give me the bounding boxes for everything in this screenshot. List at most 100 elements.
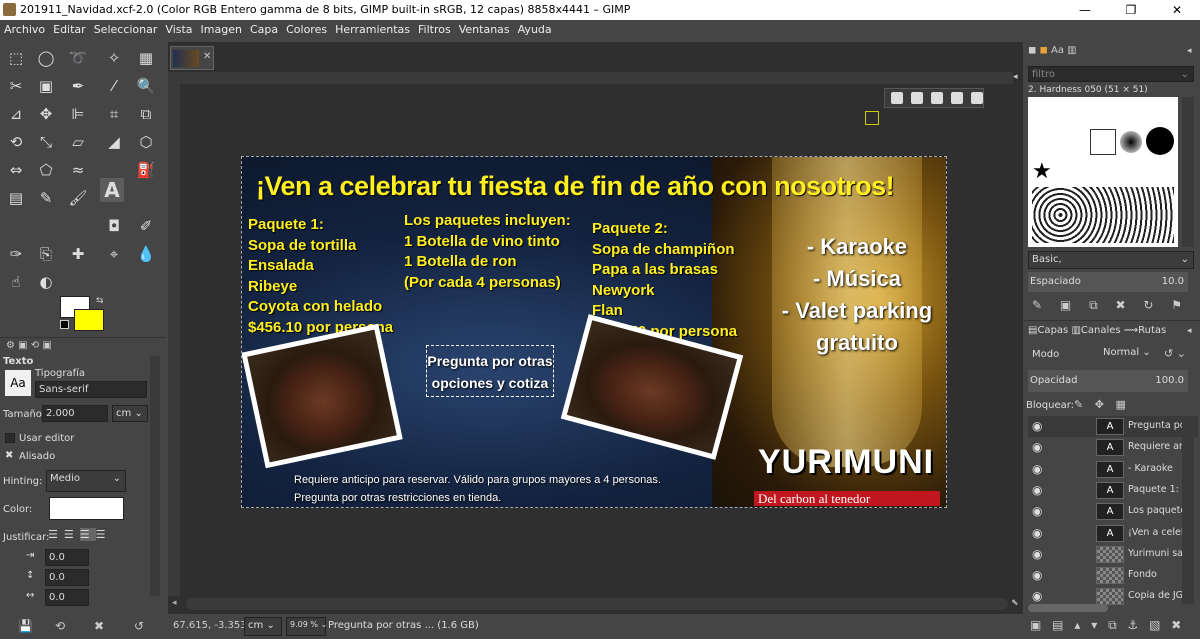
close-tab-icon[interactable]: ✕ — [203, 51, 211, 62]
brush-preset-select[interactable]: Basic, ⌄ — [1028, 251, 1194, 269]
paths-icon[interactable]: ✒ — [66, 74, 90, 98]
brushes-tab-icon[interactable]: ◼ — [1028, 45, 1036, 56]
duplicate-layer-icon[interactable]: ⧉ — [1108, 618, 1117, 632]
menu-vista[interactable]: Vista — [161, 20, 196, 36]
brush-textures[interactable] — [1032, 187, 1174, 243]
visibility-eye-icon[interactable]: ◉ — [1032, 547, 1048, 561]
scroll-left-icon[interactable]: ◂ — [172, 598, 184, 610]
brush-soft-circle[interactable] — [1120, 131, 1142, 153]
visibility-eye-icon[interactable]: ◉ — [1032, 483, 1048, 497]
layer-row[interactable]: ◉ A Los paquetes — [1028, 501, 1198, 522]
visibility-eye-icon[interactable]: ◉ — [1032, 589, 1048, 603]
tool-options-scrollbar[interactable] — [150, 356, 160, 596]
menu-imagen[interactable]: Imagen — [197, 20, 246, 36]
line-spacing-input[interactable]: 0.0 — [45, 569, 89, 586]
visibility-eye-icon[interactable]: ◉ — [1032, 419, 1048, 433]
dodge-burn-icon[interactable]: ◐ — [34, 270, 58, 294]
pencil-icon[interactable]: ✎ — [34, 186, 58, 210]
tab-layers[interactable]: Capas — [1037, 325, 1068, 336]
anchor-icon[interactable]: ⚓ — [1127, 618, 1138, 632]
duplicate-brush-icon[interactable]: ⧉ — [1089, 298, 1098, 312]
text-layer-thumbnail[interactable]: A — [1096, 460, 1124, 478]
perspective-icon[interactable]: ⬡ — [134, 130, 158, 154]
blur-icon[interactable]: 💧 — [134, 242, 158, 266]
size-input[interactable]: 2.000 — [42, 405, 108, 422]
save-options-icon[interactable]: 💾 — [18, 619, 33, 633]
rotate-icon[interactable]: ⟲ — [4, 130, 28, 154]
maximize-button[interactable]: ❐ — [1108, 0, 1154, 20]
layer-mode-select[interactable]: Normal ⌄ — [1100, 345, 1158, 364]
brush-hard-circle[interactable] — [1146, 127, 1174, 155]
brush-star[interactable]: ★ — [1032, 159, 1052, 184]
reset-colors-icon[interactable] — [60, 320, 69, 329]
select-by-color-icon[interactable]: ▦ — [134, 46, 158, 70]
bucket-fill-icon[interactable]: ⛽ — [134, 158, 158, 182]
patterns-tab-icon[interactable]: ◼ — [1040, 45, 1048, 56]
refresh-brushes-icon[interactable]: ↻ — [1143, 298, 1153, 312]
visibility-eye-icon[interactable]: ◉ — [1032, 462, 1048, 476]
style-clear-icon[interactable] — [891, 92, 903, 104]
font-input[interactable]: Sans-serif — [35, 381, 147, 398]
ellipse-select-icon[interactable]: ◯ — [34, 46, 58, 70]
foreground-select-icon[interactable]: ▣ — [34, 74, 58, 98]
style-underline-icon[interactable] — [951, 92, 963, 104]
dock-tabs[interactable]: ◼ ◼ Aa ▥ — [1028, 45, 1077, 56]
zoom-follow-icon[interactable]: ⬉ — [1011, 598, 1021, 610]
close-window-button[interactable]: ✕ — [1154, 0, 1200, 20]
text-layer-thumbnail[interactable]: A — [1096, 524, 1124, 542]
layer-row[interactable]: ◉ A Requiere ant — [1028, 437, 1198, 458]
warp-transform-icon[interactable]: ◢ — [102, 130, 126, 154]
text-tool-icon[interactable]: A — [100, 178, 124, 202]
menu-capa[interactable]: Capa — [246, 20, 282, 36]
image-tab[interactable]: ✕ — [170, 46, 214, 70]
opacity-slider[interactable]: Opacidad 100.0 — [1028, 370, 1188, 392]
layer-row[interactable]: ◉ A - Karaoke — [1028, 459, 1198, 480]
banner-image[interactable]: ¡Ven a celebrar tu fiesta de fin de año … — [241, 156, 947, 508]
unified-transform-icon[interactable]: ⧉ — [134, 102, 158, 126]
shear-icon[interactable]: ▱ — [66, 130, 90, 154]
mode-reset-icon[interactable]: ↺ ⌄ — [1164, 347, 1186, 360]
text-layer-thumbnail[interactable]: A — [1096, 503, 1124, 521]
scissors-select-icon[interactable]: ✂ — [4, 74, 28, 98]
brush-scrollbar[interactable] — [1182, 97, 1194, 247]
visibility-eye-icon[interactable]: ◉ — [1032, 526, 1048, 540]
delete-options-icon[interactable]: ✖ — [94, 619, 104, 633]
brush-filter-input[interactable]: filtro ⌄ — [1028, 66, 1194, 82]
menu-editar[interactable]: Editar — [49, 20, 90, 36]
text-color-button[interactable] — [49, 497, 124, 520]
horizontal-scrollbar[interactable] — [186, 598, 1008, 610]
indent-input[interactable]: 0.0 — [45, 549, 89, 566]
selected-brush[interactable] — [1090, 129, 1116, 155]
scale-icon[interactable]: ⤡ — [34, 130, 58, 154]
ink-icon[interactable]: ✑ — [4, 242, 28, 266]
visibility-eye-icon[interactable]: ◉ — [1032, 568, 1048, 582]
layer-row[interactable]: ◉ Fondo — [1028, 565, 1198, 586]
style-bold-icon[interactable] — [911, 92, 923, 104]
antialias-checkbox[interactable]: ✖ — [5, 450, 13, 461]
swap-colors-icon[interactable]: ⇆ — [96, 296, 104, 306]
tab-paths[interactable]: Rutas — [1138, 325, 1166, 336]
delete-brush-icon[interactable]: ✖ — [1115, 298, 1125, 312]
menu-colores[interactable]: Colores — [282, 20, 331, 36]
text-box-handle[interactable] — [865, 111, 879, 125]
brush-tag-icon[interactable]: ⚑ — [1171, 298, 1182, 312]
zoom-select[interactable]: 9.09 % ⌄ — [286, 617, 327, 636]
text-layer-thumbnail[interactable]: A — [1096, 418, 1124, 435]
text-layer-thumbnail[interactable]: A — [1096, 481, 1124, 499]
tool-options-tab-icon[interactable]: ⚙ ▣ ⟲ ▣ — [6, 340, 52, 351]
eraser-icon[interactable]: ◘ — [102, 214, 126, 238]
airbrush-icon[interactable]: ✐ — [134, 214, 158, 238]
new-layer-icon[interactable]: ▣ — [1030, 618, 1041, 632]
new-brush-icon[interactable]: ▣ — [1060, 298, 1071, 312]
menu-filtros[interactable]: Filtros — [414, 20, 455, 36]
lock-pixels-icon[interactable]: ✎ — [1074, 398, 1083, 411]
unit-select[interactable]: cm ⌄ — [244, 617, 282, 636]
minimize-button[interactable]: — — [1062, 0, 1108, 20]
edit-brush-icon[interactable]: ✎ — [1032, 298, 1042, 312]
heal-icon[interactable]: ✚ — [66, 242, 90, 266]
menu-seleccionar[interactable]: Seleccionar — [90, 20, 162, 36]
lock-alpha-icon[interactable]: ▦ — [1115, 398, 1125, 411]
move-icon[interactable]: ✥ — [34, 102, 58, 126]
fuzzy-select-icon[interactable]: ✧ — [102, 46, 126, 70]
delete-layer-icon[interactable]: ✖ — [1171, 618, 1181, 632]
